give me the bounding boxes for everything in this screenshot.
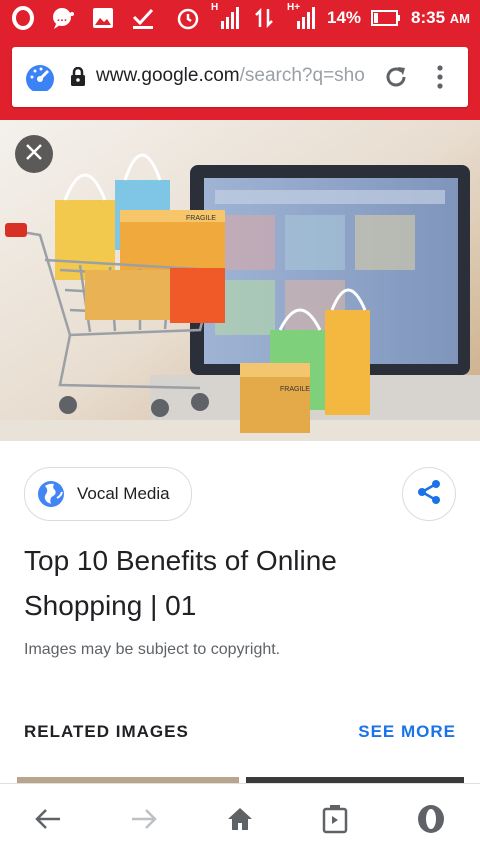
opera-menu-icon[interactable] <box>414 802 448 836</box>
tabs-icon[interactable] <box>318 802 352 836</box>
share-icon <box>416 479 442 510</box>
globe-icon <box>37 480 65 508</box>
image-title[interactable]: Top 10 Benefits of Online Shopping | 01 <box>24 538 444 628</box>
home-icon[interactable] <box>223 802 257 836</box>
chat-alert-icon: … <box>50 6 76 30</box>
overflow-menu-icon[interactable] <box>432 63 448 91</box>
status-left: … <box>10 6 156 30</box>
fragile-label: FRAGILE <box>186 215 216 222</box>
related-images-heading: RELATED IMAGES <box>24 722 189 741</box>
data-transfer-icon <box>251 6 277 30</box>
battery-icon <box>371 6 401 30</box>
close-icon <box>25 143 43 166</box>
close-button[interactable] <box>15 135 53 173</box>
alarm-icon <box>175 6 201 30</box>
svg-text:…: … <box>57 12 68 24</box>
opera-icon <box>10 6 36 30</box>
signal-icon: H <box>211 2 241 30</box>
status-right: H H+ 14% 8:35 AM <box>175 2 470 30</box>
result-image[interactable]: FRAGILE FRAGILE <box>0 120 480 441</box>
network-type-label: H <box>210 2 219 13</box>
signal-icon: H+ <box>287 2 317 30</box>
battery-percent: 14% <box>326 8 362 27</box>
status-bar: … H H+ 14% 8:35 AM <box>0 0 480 36</box>
forward-icon[interactable] <box>127 802 161 836</box>
url-path: /search?q=sho <box>239 65 365 86</box>
back-icon[interactable] <box>31 802 65 836</box>
copyright-notice: Images may be subject to copyright. <box>24 641 281 658</box>
clock: 8:35 AM <box>411 8 470 28</box>
see-more-link[interactable]: SEE MORE <box>358 722 456 742</box>
url-host: www.google.com <box>96 65 240 86</box>
clock-ampm: AM <box>449 11 470 26</box>
fragile-label: FRAGILE <box>280 386 310 393</box>
check-icon <box>130 6 156 30</box>
source-chip[interactable]: Vocal Media <box>24 467 192 521</box>
source-name: Vocal Media <box>77 484 170 503</box>
bottom-navigation <box>0 783 480 855</box>
url-text[interactable]: www.google.com/search?q=sho <box>96 65 376 87</box>
lock-icon <box>70 66 86 87</box>
network-type-label: H+ <box>286 2 301 13</box>
share-button[interactable] <box>402 467 456 521</box>
reload-icon[interactable] <box>382 63 410 91</box>
clock-time: 8:35 <box>411 8 446 27</box>
speed-dial-icon[interactable] <box>24 63 56 93</box>
browser-toolbar: www.google.com/search?q=sho <box>0 36 480 120</box>
gallery-icon <box>90 6 116 30</box>
address-bar[interactable]: www.google.com/search?q=sho <box>12 47 468 107</box>
